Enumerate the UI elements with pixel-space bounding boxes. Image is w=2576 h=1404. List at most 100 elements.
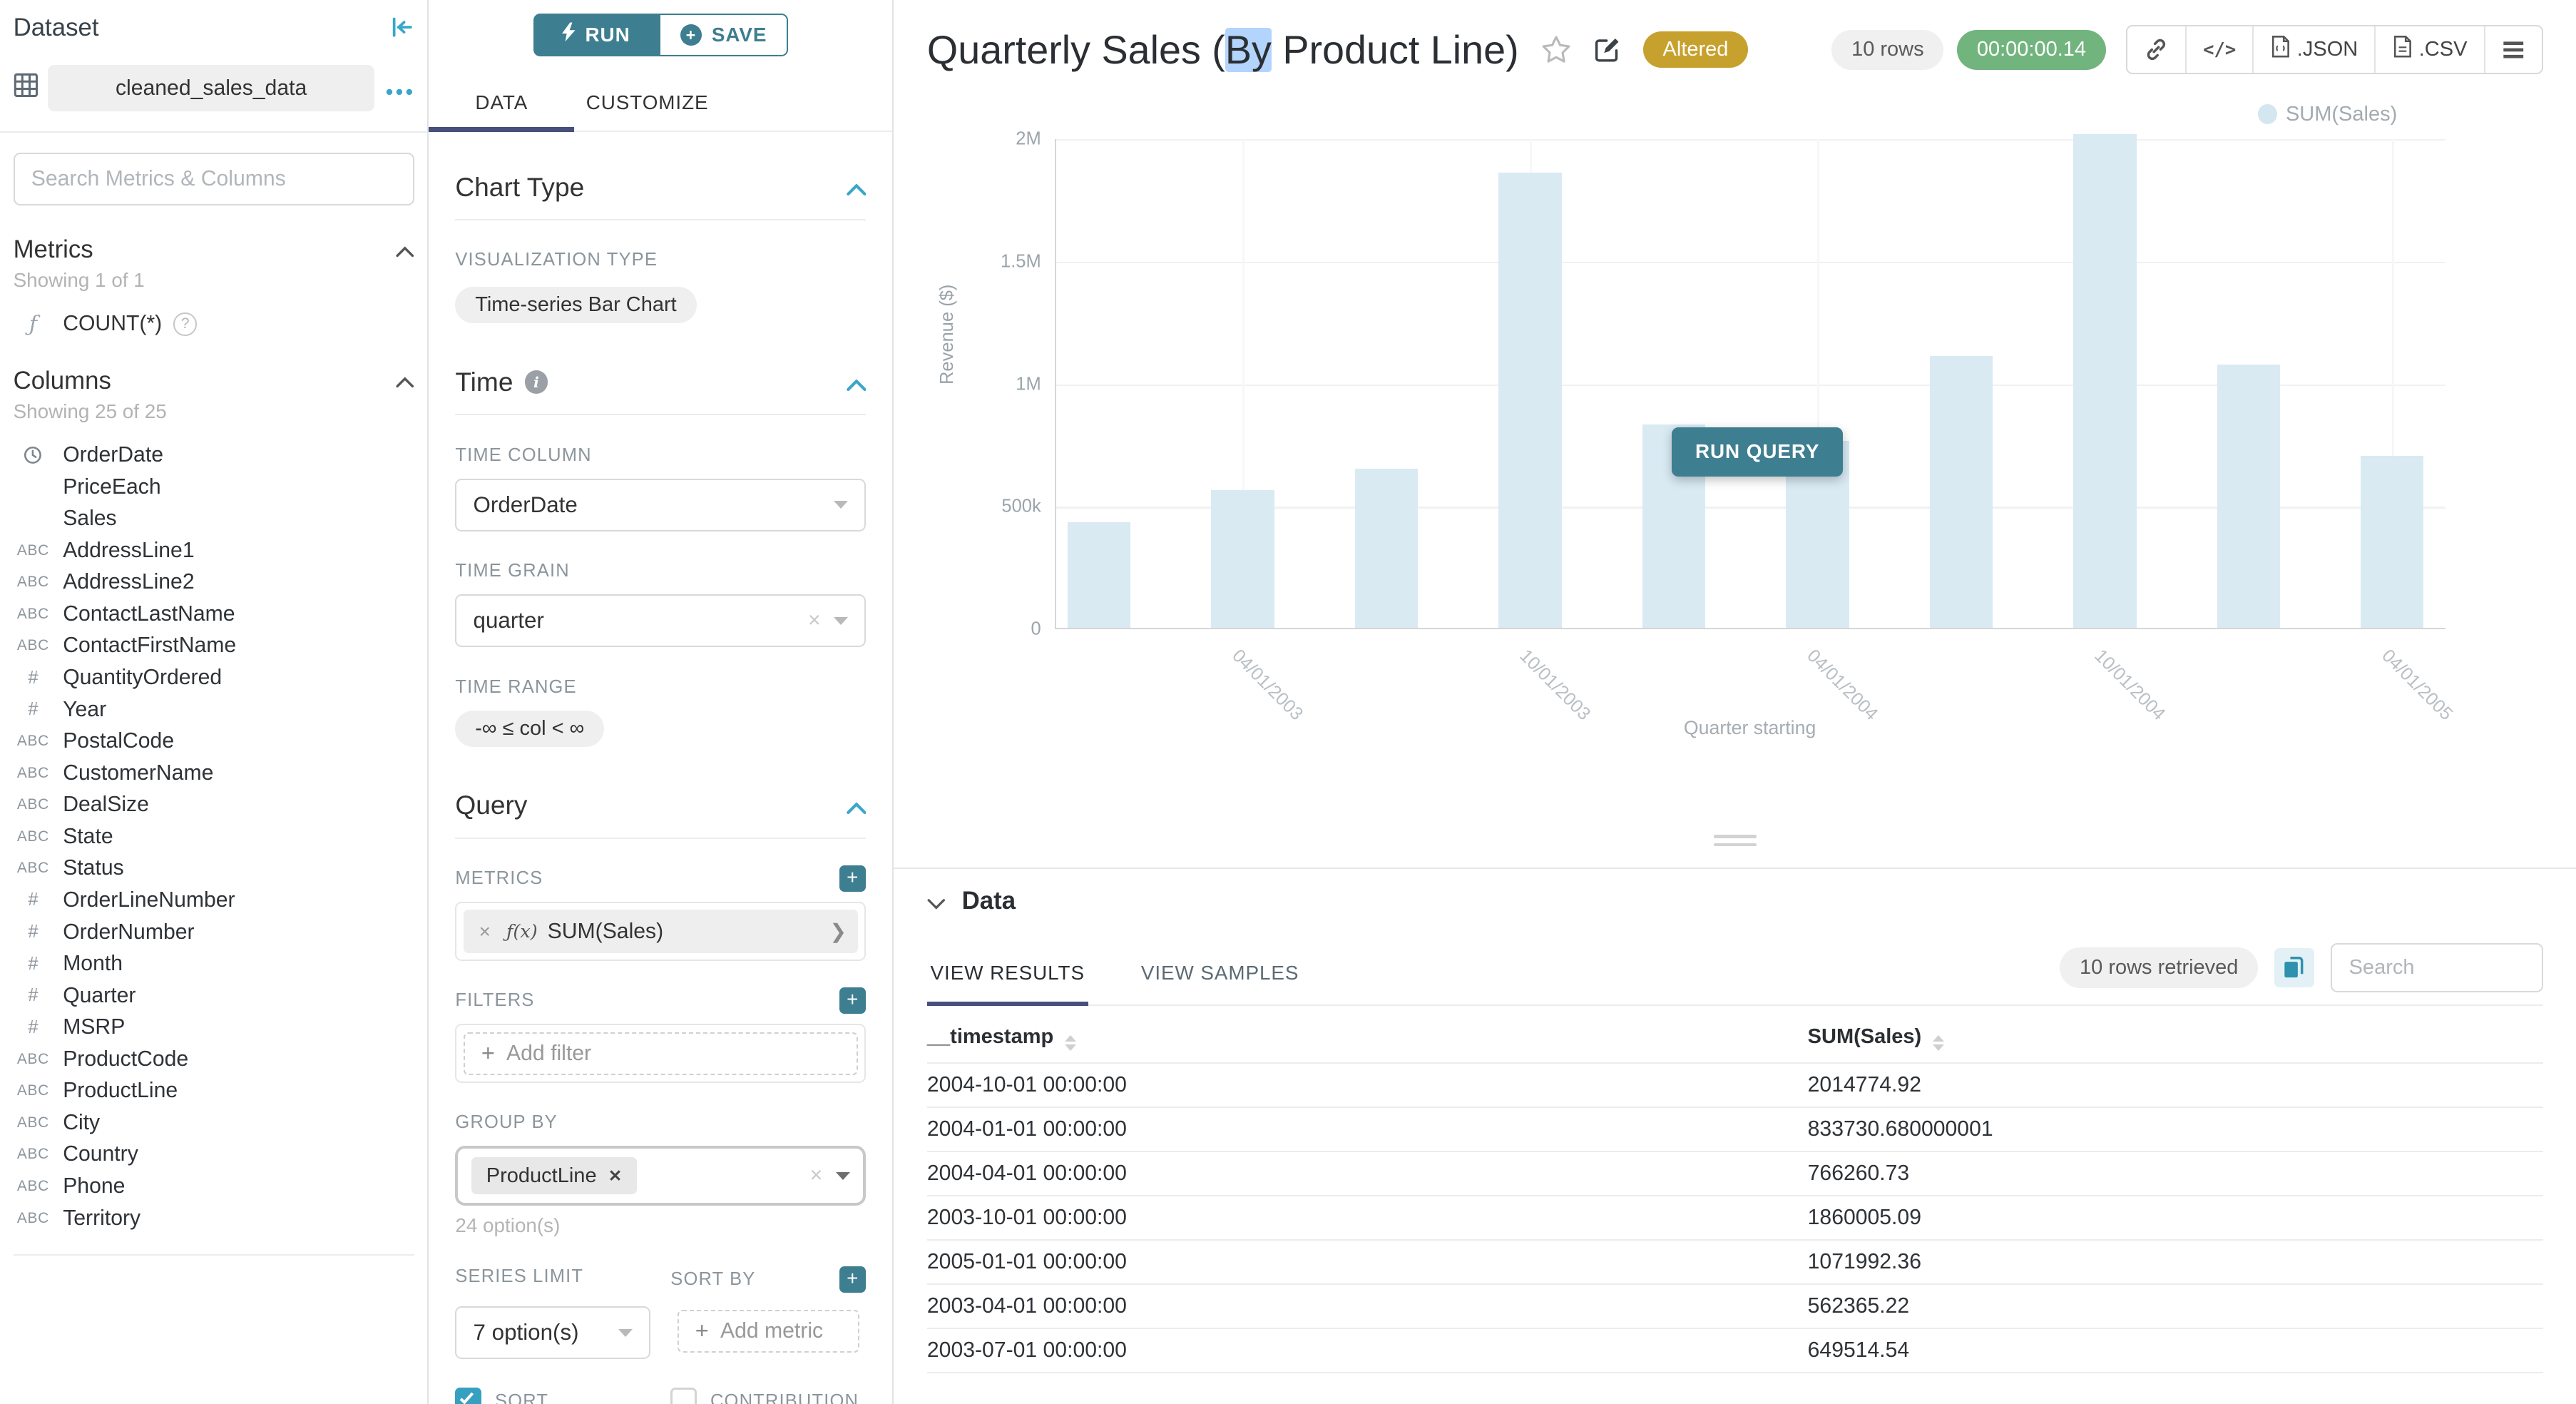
metrics-columns-search-input[interactable] — [14, 153, 414, 205]
column-item[interactable]: ABCPhone — [14, 1171, 414, 1203]
section-divider — [455, 838, 866, 839]
column-item[interactable]: OrderDate — [14, 439, 414, 472]
column-item[interactable]: #Quarter — [14, 980, 414, 1012]
export-json-button[interactable]: .JSON — [2252, 26, 2374, 73]
viz-type-value[interactable]: Time-series Bar Chart — [455, 287, 696, 324]
sort-icon[interactable] — [1933, 1035, 1944, 1050]
table-row[interactable]: 2004-04-01 00:00:00766260.73 — [927, 1151, 2543, 1196]
column-item[interactable]: ABCState — [14, 821, 414, 853]
menu-icon[interactable] — [2484, 26, 2542, 73]
data-section-toggle[interactable]: Data — [927, 886, 2543, 917]
column-item[interactable]: ABCDealSize — [14, 789, 414, 821]
group-by-select[interactable]: ProductLine ✕ × — [455, 1146, 866, 1206]
help-icon[interactable]: ? — [173, 312, 196, 335]
add-metric-button[interactable]: + — [839, 865, 866, 892]
metric-item[interactable]: ƒ COUNT(*) ? — [14, 312, 414, 337]
metric-chip[interactable]: × ƒ(x) SUM(Sales) ❯ — [464, 910, 858, 952]
hash-icon: # — [14, 985, 53, 1006]
columns-collapse-icon[interactable] — [396, 367, 414, 395]
time-column-select[interactable]: OrderDate — [455, 479, 866, 531]
bar[interactable] — [2073, 134, 2136, 628]
add-sort-metric-dropzone[interactable]: + Add metric — [678, 1310, 860, 1353]
tab-data[interactable]: DATA — [429, 76, 574, 131]
column-item[interactable]: ABCAddressLine1 — [14, 535, 414, 567]
chevron-up-icon[interactable] — [847, 367, 867, 397]
contribution-checkbox[interactable] — [670, 1388, 697, 1404]
favorite-star-icon[interactable] — [1540, 34, 1572, 66]
bar[interactable] — [2361, 456, 2423, 628]
abc-icon: ABC — [14, 765, 53, 782]
table-row[interactable]: 2003-10-01 00:00:001860005.09 — [927, 1196, 2543, 1240]
altered-badge[interactable]: Altered — [1643, 31, 1749, 68]
legend-item[interactable]: SUM(Sales) — [2258, 103, 2398, 126]
column-item[interactable]: ABCContactFirstName — [14, 630, 414, 662]
table-row[interactable]: 2004-10-01 00:00:002014774.92 — [927, 1063, 2543, 1107]
chart-title[interactable]: Quarterly Sales (By Product Line) — [927, 27, 1519, 73]
sort-icon[interactable] — [1065, 1035, 1076, 1050]
edit-properties-icon[interactable] — [1593, 36, 1621, 63]
bar[interactable] — [1068, 522, 1130, 629]
clear-icon[interactable]: × — [810, 1164, 823, 1188]
time-range-value[interactable]: -∞ ≤ col < ∞ — [455, 711, 604, 748]
remove-chip-icon[interactable]: ✕ — [608, 1166, 622, 1186]
column-item[interactable]: ABCPostalCode — [14, 726, 414, 758]
add-filter-button[interactable]: + — [839, 987, 866, 1014]
column-item[interactable]: ABCTerritory — [14, 1202, 414, 1234]
column-item[interactable]: #Year — [14, 693, 414, 726]
remove-metric-icon[interactable]: × — [464, 920, 506, 943]
table-row[interactable]: 2003-07-01 00:00:00649514.54 — [927, 1328, 2543, 1373]
save-button[interactable]: + SAVE — [659, 14, 788, 56]
dataset-more-icon[interactable] — [384, 73, 414, 103]
copy-link-button[interactable] — [2127, 26, 2185, 73]
bar[interactable] — [1355, 469, 1418, 628]
chevron-right-icon[interactable]: ❯ — [818, 920, 858, 943]
tab-view-results[interactable]: VIEW RESULTS — [927, 948, 1088, 1004]
clear-icon[interactable]: × — [808, 609, 821, 633]
table-row[interactable]: 2004-01-01 00:00:00833730.680000001 — [927, 1107, 2543, 1151]
bar[interactable] — [1211, 490, 1274, 628]
column-item[interactable]: ABCCity — [14, 1107, 414, 1139]
chevron-up-icon[interactable] — [847, 172, 867, 203]
column-item[interactable]: ABCProductLine — [14, 1075, 414, 1107]
column-item[interactable]: #QuantityOrdered — [14, 662, 414, 694]
column-item[interactable]: #MSRP — [14, 1012, 414, 1044]
time-grain-select[interactable]: quarter × — [455, 594, 866, 647]
column-name: CustomerName — [63, 761, 213, 785]
metrics-collapse-icon[interactable] — [396, 235, 414, 264]
panel-resize-handle[interactable] — [1714, 835, 1757, 851]
bar[interactable] — [2217, 365, 2280, 628]
column-item[interactable]: #OrderNumber — [14, 916, 414, 948]
run-button[interactable]: RUN — [533, 14, 659, 56]
column-item[interactable]: ABC CustomerName — [14, 757, 414, 789]
copy-results-button[interactable] — [2274, 948, 2314, 988]
column-item[interactable]: #Month — [14, 948, 414, 980]
column-item[interactable]: Sales — [14, 503, 414, 535]
tab-view-samples[interactable]: VIEW SAMPLES — [1138, 948, 1302, 1004]
series-limit-select[interactable]: 7 option(s) — [455, 1306, 650, 1359]
column-item[interactable]: ABCCountry — [14, 1139, 414, 1171]
column-header-timestamp[interactable]: __timestamp — [927, 1012, 1808, 1063]
collapse-sidebar-icon[interactable] — [391, 16, 414, 38]
bar[interactable] — [1498, 173, 1561, 628]
column-item[interactable]: PriceEach — [14, 471, 414, 503]
column-item[interactable]: #OrderLineNumber — [14, 885, 414, 917]
export-csv-button[interactable]: .CSV — [2374, 26, 2483, 73]
bar[interactable] — [1930, 356, 1993, 628]
table-row[interactable]: 2003-04-01 00:00:00562365.22 — [927, 1284, 2543, 1328]
column-item[interactable]: ABCContactLastName — [14, 599, 414, 631]
embed-code-button[interactable]: </> — [2185, 26, 2253, 73]
add-sort-metric-button[interactable]: + — [839, 1266, 866, 1293]
chevron-up-icon[interactable] — [847, 790, 867, 820]
column-header-sum-sales[interactable]: SUM(Sales) — [1808, 1012, 2543, 1063]
table-row[interactable]: 2005-01-01 00:00:001071992.36 — [927, 1240, 2543, 1284]
dataset-name[interactable]: cleaned_sales_data — [48, 65, 374, 111]
run-query-button[interactable]: RUN QUERY — [1672, 427, 1842, 477]
group-by-chip[interactable]: ProductLine ✕ — [471, 1157, 637, 1194]
add-filter-dropzone[interactable]: + Add filter — [464, 1032, 858, 1075]
column-item[interactable]: ABCAddressLine2 — [14, 566, 414, 599]
results-search-input[interactable] — [2331, 943, 2542, 993]
column-item[interactable]: ABCStatus — [14, 853, 414, 885]
column-item[interactable]: ABCProductCode — [14, 1044, 414, 1076]
sort-descending-checkbox[interactable] — [455, 1388, 481, 1404]
tab-customize[interactable]: CUSTOMIZE — [574, 76, 720, 131]
